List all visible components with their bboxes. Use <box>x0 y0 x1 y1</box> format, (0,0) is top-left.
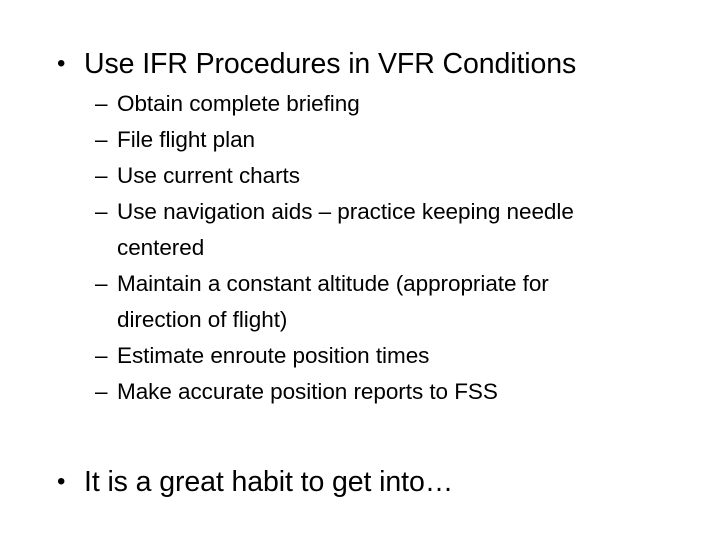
top-spacer <box>0 0 720 46</box>
dash-bullet-icon: – <box>95 127 108 152</box>
list-item: – Maintain a constant altitude (appropri… <box>0 266 720 338</box>
dash-bullet-icon: – <box>95 379 108 404</box>
closing-statement: It is a great habit to get into… <box>84 466 454 498</box>
slide: • Use IFR Procedures in VFR Conditions –… <box>0 0 720 540</box>
dash-bullet-icon: – <box>95 271 108 296</box>
list-item: – Use current charts <box>0 158 720 194</box>
heading-bullet-row: • Use IFR Procedures in VFR Conditions <box>0 46 720 82</box>
list-item-label: Make accurate position reports to FSS <box>117 379 498 404</box>
list-item: – Make accurate position reports to FSS <box>0 374 720 410</box>
bullet-point-icon: • <box>57 50 66 77</box>
list-item: – Use navigation aids – practice keeping… <box>0 194 720 266</box>
dash-bullet-icon: – <box>95 199 108 224</box>
list-item-label: Maintain a constant altitude (appropriat… <box>117 271 549 332</box>
list-item-label: Obtain complete briefing <box>117 91 360 116</box>
dash-bullet-icon: – <box>95 91 108 116</box>
dash-bullet-icon: – <box>95 343 108 368</box>
dash-bullet-icon: – <box>95 163 108 188</box>
list-item: – File flight plan <box>0 122 720 158</box>
list-item-label: Use current charts <box>117 163 300 188</box>
list-item: – Obtain complete briefing <box>0 86 720 122</box>
sub-bullet-list: – Obtain complete briefing – File flight… <box>0 86 720 410</box>
list-item-label: Estimate enroute position times <box>117 343 430 368</box>
bullet-point-icon: • <box>57 468 66 495</box>
slide-content-body: • Use IFR Procedures in VFR Conditions –… <box>0 0 720 500</box>
list-item-label: Use navigation aids – practice keeping n… <box>117 199 574 260</box>
closing-bullet-row: • It is a great habit to get into… <box>0 464 720 500</box>
list-item-label: File flight plan <box>117 127 256 152</box>
page-title: Use IFR Procedures in VFR Conditions <box>84 48 577 80</box>
list-item: – Estimate enroute position times <box>0 338 720 374</box>
